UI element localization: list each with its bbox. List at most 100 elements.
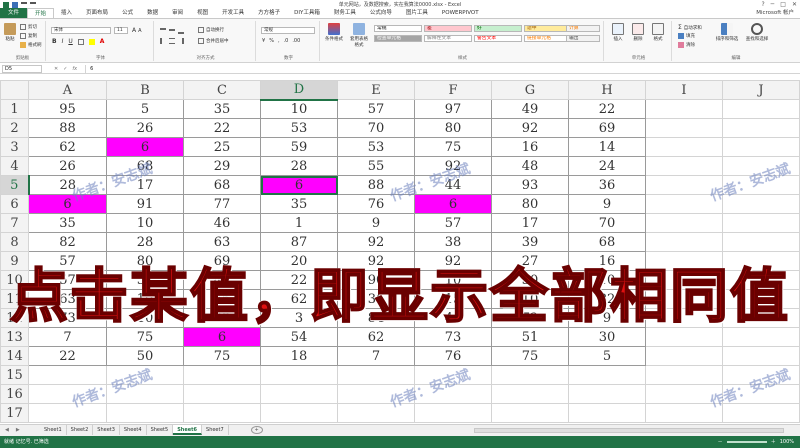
cell[interactable]	[183, 365, 261, 385]
cell[interactable]: 75	[183, 346, 261, 366]
insert-function-icon[interactable]: fx	[72, 66, 77, 72]
cell[interactable]: 15	[414, 289, 492, 309]
cell[interactable]: 68	[568, 232, 646, 252]
cell[interactable]: 3	[260, 308, 338, 328]
cell[interactable]	[645, 156, 723, 176]
tab-diy-toolbox[interactable]: DIY工具箱	[287, 8, 327, 18]
sort-filter-button[interactable]: 排序和筛选	[714, 23, 740, 42]
autosum-button[interactable]: Σ 自动求和	[678, 24, 702, 31]
cell[interactable]	[645, 251, 723, 271]
cell[interactable]: 68	[106, 156, 184, 176]
cell[interactable]: 92	[337, 232, 415, 252]
row-header[interactable]: 7	[0, 213, 29, 233]
font-name-select[interactable]: 宋体	[51, 27, 111, 34]
cell[interactable]: 69	[568, 118, 646, 138]
cell[interactable]	[183, 384, 261, 404]
tab-finance-tools[interactable]: 财务工具	[327, 8, 363, 18]
cell[interactable]: 44	[414, 308, 492, 328]
cell[interactable]	[28, 403, 107, 423]
tab-ffgz[interactable]: 方方格子	[251, 8, 287, 18]
tab-page-layout[interactable]: 页面布局	[79, 8, 115, 18]
cell[interactable]: 80	[106, 251, 184, 271]
cell[interactable]: 76	[337, 194, 415, 214]
cell[interactable]: 35	[183, 99, 261, 119]
column-header[interactable]: D	[260, 80, 338, 101]
cell[interactable]: 30	[491, 270, 569, 290]
cell[interactable]: 70	[337, 118, 415, 138]
cell[interactable]: 5	[106, 99, 184, 119]
enter-icon[interactable]: ✓	[63, 66, 67, 72]
row-header[interactable]: 14	[0, 346, 29, 366]
cell[interactable]: 88	[337, 175, 415, 195]
decrease-decimal-icon[interactable]: .00	[292, 38, 300, 44]
cell[interactable]: 97	[414, 99, 492, 119]
cell[interactable]: 57	[28, 251, 107, 271]
cancel-icon[interactable]: ✕	[54, 66, 58, 72]
cell[interactable]	[722, 251, 800, 271]
row-header[interactable]: 11	[0, 289, 29, 309]
cell[interactable]	[722, 118, 800, 138]
cut-button[interactable]: 剪切	[20, 24, 37, 30]
column-header[interactable]: B	[106, 80, 184, 100]
cell[interactable]: 26	[106, 118, 184, 138]
cell[interactable]	[414, 403, 492, 423]
cell[interactable]: 72	[491, 308, 569, 328]
cell[interactable]	[260, 403, 338, 423]
cell[interactable]: 50	[106, 346, 184, 366]
cell[interactable]	[28, 365, 107, 385]
cell[interactable]	[722, 175, 800, 195]
cell[interactable]: 53	[183, 308, 261, 328]
cell[interactable]: 92	[414, 251, 492, 271]
sheet-tab[interactable]: Sheet4	[119, 425, 147, 435]
align-center-icon[interactable]	[169, 38, 175, 44]
cell[interactable]	[645, 384, 723, 404]
row-header[interactable]: 16	[0, 384, 29, 404]
cell[interactable]: 73	[414, 327, 492, 347]
zoom-in-icon[interactable]: ＋	[771, 436, 776, 448]
align-middle-icon[interactable]	[169, 29, 175, 35]
cell[interactable]: 57	[28, 270, 107, 290]
clear-button[interactable]: 清除	[678, 42, 695, 48]
cell[interactable]: 46	[183, 213, 261, 233]
cell[interactable]	[722, 156, 800, 176]
tab-formulas[interactable]: 公式	[115, 8, 140, 18]
tab-data[interactable]: 数据	[140, 8, 165, 18]
cell[interactable]: 70	[568, 213, 646, 233]
zoom-slider[interactable]	[726, 441, 767, 443]
cell[interactable]	[28, 384, 107, 404]
cell[interactable]	[722, 384, 800, 404]
cell[interactable]: 19	[106, 289, 184, 309]
cell[interactable]: 20	[260, 251, 338, 271]
tab-formula-wizard[interactable]: 公式向导	[363, 8, 399, 18]
cell[interactable]: 80	[414, 118, 492, 138]
cell[interactable]: 92	[414, 156, 492, 176]
cell[interactable]: 62	[337, 327, 415, 347]
cell[interactable]: 16	[568, 251, 646, 271]
cell[interactable]	[722, 213, 800, 233]
cell-style-item[interactable]: 链接单元格	[524, 35, 572, 42]
row-header[interactable]: 5	[0, 175, 30, 195]
cell[interactable]: 75	[491, 346, 569, 366]
sheet-tab[interactable]: Sheet7	[202, 425, 229, 435]
fill-button[interactable]: 填充	[678, 33, 695, 39]
column-header[interactable]: G	[491, 80, 569, 100]
cell-style-item[interactable]: 输出	[566, 35, 600, 42]
sheet-tab[interactable]: Sheet1	[40, 425, 67, 435]
tab-home[interactable]: 开始	[27, 8, 55, 18]
cell[interactable]: 62	[260, 289, 338, 309]
font-grow-shrink[interactable]: AA	[132, 27, 142, 34]
column-header[interactable]: C	[183, 80, 261, 100]
format-painter-button[interactable]: 格式刷	[20, 42, 42, 48]
cell[interactable]	[722, 403, 800, 423]
row-header[interactable]: 4	[0, 156, 29, 176]
tab-insert[interactable]: 插入	[54, 8, 79, 18]
cell-style-item[interactable]: 适中	[524, 25, 572, 32]
cell[interactable]: 18	[260, 346, 338, 366]
cell[interactable]: 14	[568, 137, 646, 157]
row-header[interactable]: 2	[0, 118, 29, 138]
tab-review[interactable]: 审阅	[165, 8, 190, 18]
row-header[interactable]: 17	[0, 403, 29, 423]
cell[interactable]: 10	[260, 99, 338, 119]
font-shrink-icon[interactable]: A	[138, 28, 141, 34]
horizontal-scrollbar[interactable]	[474, 428, 784, 433]
